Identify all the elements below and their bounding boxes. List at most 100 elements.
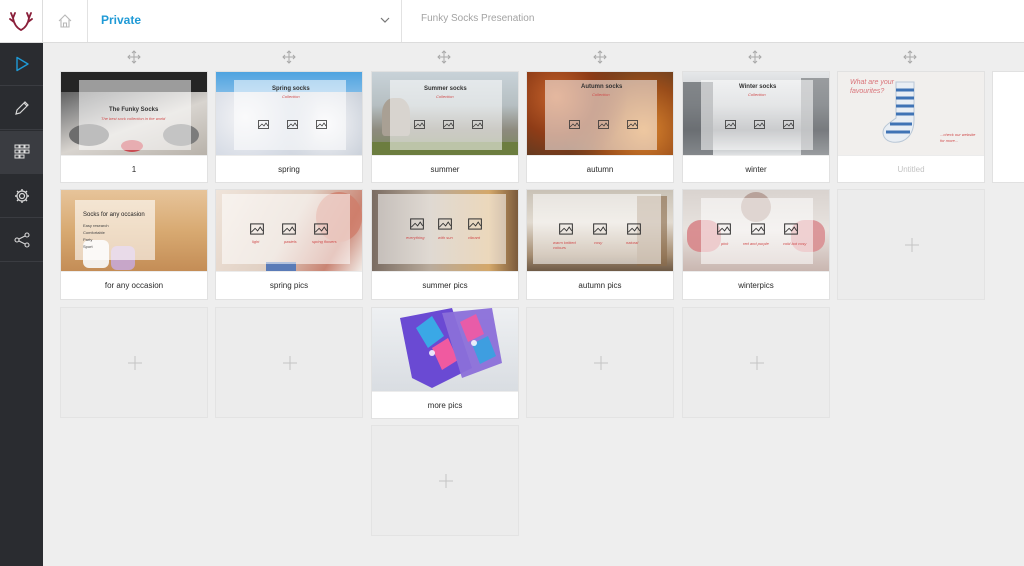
- image-placeholder-icon: [468, 218, 482, 230]
- plus-icon: [594, 356, 608, 370]
- slide-label: spring: [216, 155, 362, 182]
- slide-thumbnail: Autumn socks Collection: [527, 72, 673, 155]
- slide-thumbnail: pink red and purple cold but cosy: [683, 190, 829, 271]
- slide-label: summer pics: [372, 271, 518, 299]
- slide-thumbnail: [372, 308, 518, 391]
- slide-overlay-caption: pastels: [284, 239, 297, 244]
- slide-card[interactable]: more pics: [371, 307, 519, 419]
- slide-overlay-caption: cold but cosy: [783, 241, 807, 246]
- home-button[interactable]: [43, 0, 88, 42]
- slide-overlay-line: Party: [83, 237, 93, 242]
- slide-overlay-caption: pink: [721, 241, 729, 246]
- slide-label: more pics: [372, 391, 518, 418]
- app-logo[interactable]: [0, 0, 43, 43]
- home-icon: [58, 14, 72, 28]
- add-slide-placeholder[interactable]: [837, 189, 985, 300]
- image-placeholder-icon: [784, 223, 798, 235]
- slide-card[interactable]: everything with sun vibrant summer pics: [371, 189, 519, 300]
- slide-card[interactable]: Winter socks Collection winter: [682, 71, 830, 183]
- slide-overlay-title: Summer socks: [424, 86, 467, 92]
- slide-card[interactable]: pink red and purple cold but cosy winter…: [682, 189, 830, 300]
- sidebar-item-share[interactable]: [0, 219, 43, 262]
- slide-thumbnail: Winter socks Collection: [683, 72, 829, 155]
- move-column-icon[interactable]: [282, 50, 296, 64]
- slide-overlay-caption: natural: [626, 240, 639, 245]
- slide-card-partial[interactable]: [992, 71, 1024, 183]
- sidebar-item-play[interactable]: [0, 43, 43, 86]
- image-placeholder-icon: [314, 223, 328, 235]
- slide-card[interactable]: Spring socks Collection spring: [215, 71, 363, 183]
- slide-overlay-title: Socks for any occasion: [83, 212, 145, 218]
- grid-icon: [14, 144, 29, 159]
- image-placeholder-icon: [443, 120, 454, 129]
- image-placeholder-icon: [472, 120, 483, 129]
- slide-thumbnail: light pastels spring flowers: [216, 190, 362, 271]
- gear-icon: [14, 189, 29, 203]
- pencil-icon: [14, 101, 29, 115]
- slide-overlay-title: Spring socks: [272, 86, 310, 92]
- image-placeholder-icon: [438, 218, 452, 230]
- slide-overlay-caption: spring flowers: [312, 239, 337, 244]
- slide-card[interactable]: Socks for any occasion Easy research Com…: [60, 189, 208, 300]
- image-placeholder-icon: [593, 223, 607, 235]
- sidebar-item-settings[interactable]: [0, 175, 43, 218]
- slide-card[interactable]: What are your favourites? ...check our w…: [837, 71, 985, 183]
- sidebar-item-edit[interactable]: [0, 87, 43, 130]
- slide-thumbnail: The Funky Socks The best sock collection…: [61, 72, 207, 155]
- image-placeholder-icon: [569, 120, 580, 129]
- slide-label: spring pics: [216, 271, 362, 299]
- image-placeholder-icon: [559, 223, 573, 235]
- add-slide-placeholder[interactable]: [60, 307, 208, 418]
- slide-card[interactable]: The Funky Socks The best sock collection…: [60, 71, 208, 183]
- move-column-icon[interactable]: [593, 50, 607, 64]
- plus-icon: [128, 356, 142, 370]
- plus-icon: [905, 238, 919, 252]
- image-placeholder-icon: [250, 223, 264, 235]
- image-placeholder-icon: [316, 120, 327, 129]
- slide-thumbnail: Summer socks Collection: [372, 72, 518, 155]
- plus-icon: [439, 474, 453, 488]
- image-placeholder-icon: [783, 120, 794, 129]
- slide-card[interactable]: Autumn socks Collection autumn: [526, 71, 674, 183]
- slide-thumbnail: Spring socks Collection: [216, 72, 362, 155]
- slide-thumbnail: Socks for any occasion Easy research Com…: [61, 190, 207, 271]
- image-placeholder-icon: [258, 120, 269, 129]
- sock-illustration: [882, 81, 915, 143]
- add-slide-placeholder[interactable]: [215, 307, 363, 418]
- add-slide-placeholder[interactable]: [371, 425, 519, 536]
- chevron-down-icon: [380, 17, 390, 23]
- sidebar-item-overview[interactable]: [0, 131, 43, 174]
- play-icon: [15, 56, 29, 72]
- slide-label: for any occasion: [61, 271, 207, 299]
- image-placeholder-icon: [725, 120, 736, 129]
- slide-label: winterpics: [683, 271, 829, 299]
- slide-overlay-subtitle: Collection: [282, 94, 300, 99]
- add-slide-placeholder[interactable]: [526, 307, 674, 418]
- slide-card[interactable]: Summer socks Collection summer: [371, 71, 519, 183]
- slide-card[interactable]: light pastels spring flowers spring pics: [215, 189, 363, 300]
- slide-label: autumn pics: [527, 271, 673, 299]
- antlers-logo-icon: [9, 12, 33, 31]
- slide-overlay-subtitle: ...check our website for more...: [940, 132, 976, 143]
- presentation-title: Funky Socks Presenation: [421, 13, 535, 24]
- add-slide-placeholder[interactable]: [682, 307, 830, 418]
- image-placeholder-icon: [287, 120, 298, 129]
- sidebar: [0, 0, 43, 566]
- slide-label: 1: [61, 155, 207, 182]
- slide-overlay-line: Sport: [83, 244, 93, 249]
- move-column-icon[interactable]: [127, 50, 141, 64]
- image-placeholder-icon: [627, 120, 638, 129]
- folder-select[interactable]: Private: [88, 0, 402, 42]
- argyle-socks-illustration: [400, 308, 502, 388]
- move-column-icon[interactable]: [903, 50, 917, 64]
- slide-card[interactable]: warm knitted colours cosy natural autumn…: [526, 189, 674, 300]
- image-placeholder-icon: [717, 223, 731, 235]
- slide-overlay-subtitle: Collection: [592, 92, 610, 97]
- move-column-icon[interactable]: [748, 50, 762, 64]
- image-placeholder-icon: [751, 223, 765, 235]
- image-placeholder-icon: [754, 120, 765, 129]
- move-column-icon[interactable]: [437, 50, 451, 64]
- image-placeholder-icon: [282, 223, 296, 235]
- plus-icon: [283, 356, 297, 370]
- image-placeholder-icon: [414, 120, 425, 129]
